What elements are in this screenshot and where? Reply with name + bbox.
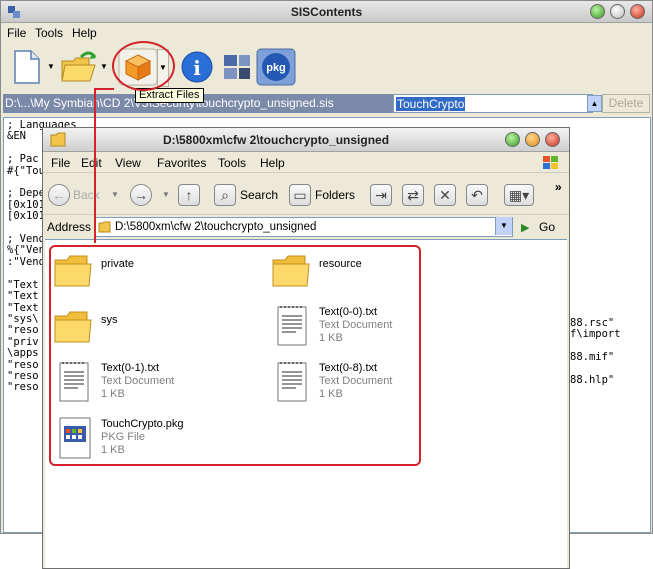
package-name-dropdown-button[interactable]: ▲: [587, 95, 602, 112]
explorer-titlebar: D:\5800xm\cfw 2\touchcrypto_unsigned: [43, 128, 569, 152]
undo-icon[interactable]: ↶: [466, 184, 488, 206]
move-to-icon[interactable]: ⇥: [370, 184, 392, 206]
explorer-menu-view[interactable]: View: [115, 156, 141, 170]
forward-arrow-icon[interactable]: →: [130, 184, 152, 206]
address-input[interactable]: D:\5800xm\cfw 2\touchcrypto_unsigned: [94, 217, 513, 237]
views-icon[interactable]: ▦▾: [504, 184, 534, 206]
up-folder-icon[interactable]: ↑: [178, 184, 200, 206]
pkg-text-line-right: f\import: [570, 328, 621, 341]
package-name-value: TouchCrypto: [396, 97, 466, 111]
toolbar-overflow-chevron-icon[interactable]: »: [555, 175, 562, 199]
siscontents-titlebar: SISContents: [1, 1, 652, 23]
explorer-maximize-button[interactable]: [525, 132, 540, 147]
folders-icon[interactable]: ▭: [289, 184, 311, 206]
search-button-label[interactable]: Search: [240, 183, 278, 207]
menu-tools[interactable]: Tools: [35, 26, 63, 40]
address-label: Address: [47, 220, 92, 234]
windows-logo-icon: [543, 156, 558, 169]
explorer-menubar: File Edit View Favorites Tools Help: [43, 153, 569, 173]
new-file-icon[interactable]: [7, 47, 47, 87]
explorer-menu-favorites[interactable]: Favorites: [157, 156, 206, 170]
menu-help[interactable]: Help: [72, 26, 97, 40]
address-bar: Address D:\5800xm\cfw 2\touchcrypto_unsi…: [43, 216, 569, 238]
go-button[interactable]: Go: [539, 220, 555, 234]
explorer-minimize-button[interactable]: [505, 132, 520, 147]
windows-tile-icon[interactable]: [217, 47, 257, 87]
search-icon[interactable]: ⌕: [214, 184, 236, 206]
menu-file[interactable]: File: [7, 26, 26, 40]
open-folder-icon[interactable]: [59, 47, 99, 87]
explorer-close-button[interactable]: [545, 132, 560, 147]
back-arrow-icon[interactable]: ←: [48, 184, 70, 206]
pkg-icon-label: pkg: [266, 62, 286, 74]
delete-button[interactable]: Delete: [602, 94, 650, 113]
maximize-button[interactable]: [610, 4, 625, 19]
explorer-menu-tools[interactable]: Tools: [218, 156, 246, 170]
explorer-menu-help[interactable]: Help: [260, 156, 285, 170]
pkg-text-line-right: 88.hlp": [570, 374, 615, 387]
address-value: D:\5800xm\cfw 2\touchcrypto_unsigned: [115, 221, 317, 233]
close-button[interactable]: [630, 4, 645, 19]
new-dropdown-arrow[interactable]: ▼: [45, 57, 57, 77]
annotation-circle: [112, 41, 175, 91]
info-icon[interactable]: i: [177, 47, 217, 87]
annotation-rectangle: [49, 245, 421, 466]
open-dropdown-arrow[interactable]: ▼: [98, 57, 110, 77]
annotation-connector-top: [94, 88, 114, 90]
pkg-icon[interactable]: pkg: [256, 47, 296, 87]
forward-dropdown-arrow[interactable]: ▼: [162, 183, 170, 207]
address-dropdown-button[interactable]: ▼: [495, 217, 512, 235]
go-arrow-icon[interactable]: ▶: [521, 221, 529, 234]
copy-to-icon[interactable]: ⇄: [402, 184, 424, 206]
pkg-text-right-column: 88.rsc" f\import 88.mif" 88.hlp": [570, 317, 621, 387]
folders-button-label[interactable]: Folders: [315, 183, 355, 207]
siscontents-menubar: File Tools Help: [1, 23, 652, 43]
annotation-connector-line: [94, 88, 114, 243]
delete-icon[interactable]: ✕: [434, 184, 456, 206]
info-icon-glyph: i: [193, 56, 201, 80]
pkg-text-line-right: 88.mif": [570, 351, 615, 364]
package-name-combo[interactable]: TouchCrypto: [393, 94, 593, 113]
explorer-toolbar: ← Back ▼ → ▼ ↑ ⌕ Search ▭ Folders ⇥ ⇄ ✕ …: [43, 175, 569, 215]
explorer-menu-file[interactable]: File: [51, 156, 70, 170]
siscontents-toolbar: ▼ ▼ ▼ i pkg: [1, 43, 652, 91]
siscontents-title: SISContents: [290, 5, 363, 19]
minimize-button[interactable]: [590, 4, 605, 19]
